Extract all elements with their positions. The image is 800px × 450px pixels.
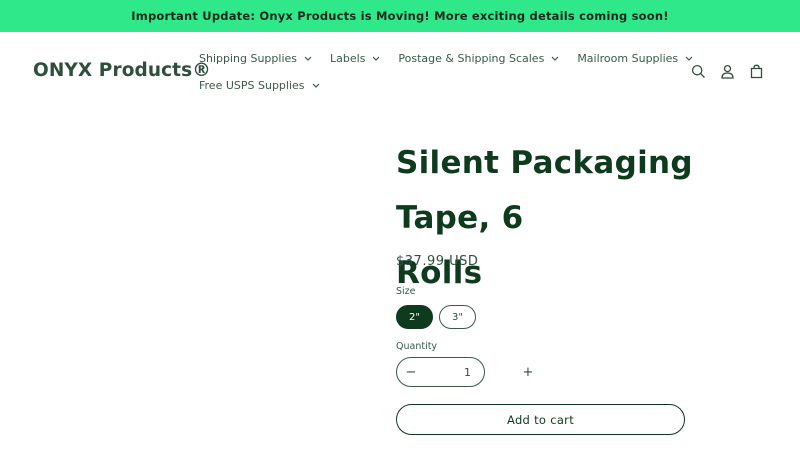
product-title-line: Silent Packaging Tape, 6 — [396, 145, 693, 236]
nav-item-label: Free USPS Supplies — [199, 78, 305, 92]
account-icon[interactable] — [718, 62, 736, 80]
nav-item-label: Postage & Shipping Scales — [398, 51, 545, 65]
site-logo[interactable]: ONYX Products® — [33, 60, 211, 81]
nav-item-mailroom-supplies[interactable]: Mailroom Supplies — [577, 52, 693, 65]
announcement-bar: Important Update: Onyx Products is Movin… — [0, 0, 800, 32]
chevron-down-icon — [685, 56, 693, 61]
product-title: Silent Packaging Tape, 6 Rolls — [396, 136, 786, 301]
main-nav: Shipping Supplies Labels Postage & Shipp… — [199, 46, 693, 100]
size-label: Size — [396, 286, 416, 297]
cart-icon[interactable] — [747, 62, 765, 80]
size-options: 2" 3" — [396, 305, 482, 329]
search-icon[interactable] — [689, 62, 707, 80]
size-option-2in[interactable]: 2" — [396, 305, 433, 329]
nav-item-label: Labels — [330, 51, 366, 65]
header-icons — [689, 62, 776, 80]
chevron-down-icon — [312, 83, 320, 88]
nav-row-2: Free USPS Supplies — [199, 73, 619, 97]
decrease-quantity-button[interactable]: − — [397, 358, 425, 386]
nav-row-1: Shipping Supplies Labels Postage & Shipp… — [199, 46, 693, 70]
nav-item-label: Shipping Supplies — [199, 51, 298, 65]
quantity-stepper: − 1 — [396, 357, 485, 387]
chevron-down-icon — [372, 56, 380, 61]
chevron-down-icon — [551, 56, 559, 61]
chevron-down-icon — [304, 56, 312, 61]
increase-quantity-button[interactable]: + — [514, 358, 542, 386]
nav-item-free-usps-supplies[interactable]: Free USPS Supplies — [199, 79, 320, 92]
add-to-cart-button[interactable]: Add to cart — [396, 404, 685, 435]
announcement-text: Important Update: Onyx Products is Movin… — [131, 9, 669, 23]
nav-item-label: Mailroom Supplies — [577, 51, 679, 65]
quantity-input[interactable]: 1 — [425, 366, 484, 379]
quantity-label: Quantity — [396, 341, 438, 352]
nav-item-shipping-supplies[interactable]: Shipping Supplies — [199, 52, 312, 65]
product-price: $37.99 USD — [396, 254, 479, 269]
nav-item-labels[interactable]: Labels — [330, 52, 380, 65]
nav-item-postage-scales[interactable]: Postage & Shipping Scales — [398, 52, 559, 65]
size-option-3in[interactable]: 3" — [439, 305, 476, 329]
